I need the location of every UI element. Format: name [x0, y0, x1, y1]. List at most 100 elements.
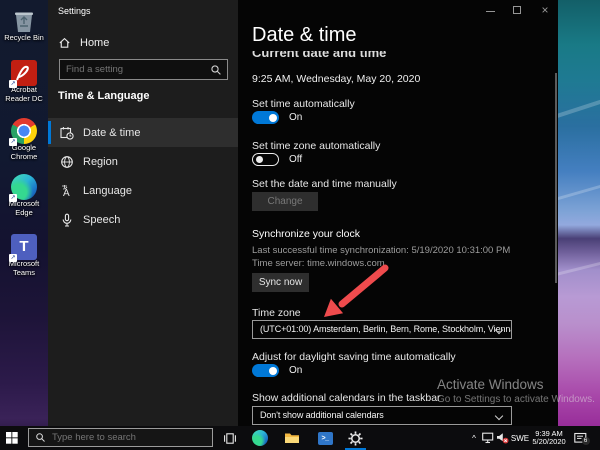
- windows-logo-icon: [6, 432, 18, 444]
- calendars-label: Show additional calendars in the taskbar: [252, 392, 441, 404]
- sidebar-item-home[interactable]: Home: [58, 36, 109, 49]
- activate-windows-watermark: Activate Windows: [437, 377, 544, 392]
- taskbar-settings-button[interactable]: [346, 426, 364, 450]
- manual-set-label: Set the date and time manually: [252, 178, 397, 190]
- toggle-knob: [256, 156, 263, 163]
- volume-muted-icon: [496, 432, 509, 444]
- sidebar-item-label: Region: [83, 156, 118, 168]
- shortcut-arrow-icon: ↗: [9, 80, 17, 88]
- sidebar-item-speech[interactable]: Speech: [48, 205, 238, 234]
- tray-language-indicator[interactable]: SWE: [510, 426, 530, 450]
- taskbar: >_ ^: [0, 426, 600, 450]
- task-view-button[interactable]: [221, 426, 239, 450]
- action-center-button[interactable]: 6: [571, 426, 589, 450]
- desktop-icon-teams[interactable]: T ↗ Microsoft Teams: [0, 234, 48, 277]
- selected-accent-bar: [48, 121, 51, 144]
- set-timezone-toggle-row: Off: [252, 153, 302, 166]
- file-explorer-icon: [284, 431, 300, 445]
- sidebar-item-date-time[interactable]: Date & time: [48, 118, 238, 147]
- desktop-icon-chrome[interactable]: ↗ Google Chrome: [0, 118, 48, 161]
- settings-window: Settings Home Time & Language: [48, 0, 558, 426]
- tray-display-button[interactable]: [481, 426, 495, 450]
- set-time-toggle-row: On: [252, 111, 302, 124]
- taskbar-file-explorer-button[interactable]: [283, 426, 301, 450]
- taskbar-search-box[interactable]: [28, 428, 213, 447]
- microsoft-edge-icon: ↗: [11, 174, 37, 200]
- desktop-icon-label: Chrome: [11, 152, 38, 161]
- toggle-state-label: Off: [289, 154, 302, 165]
- tray-volume-button[interactable]: [495, 426, 509, 450]
- search-icon[interactable]: [210, 64, 222, 76]
- section-heading-clipped: Current date and time: [252, 51, 386, 60]
- window-title: Settings: [58, 6, 91, 16]
- toggle-state-label: On: [289, 112, 302, 123]
- set-timezone-toggle[interactable]: [252, 153, 279, 166]
- sidebar-section-heading: Time & Language: [58, 90, 149, 102]
- sync-heading: Synchronize your clock: [252, 228, 360, 240]
- speech-microphone-icon: [60, 213, 74, 227]
- settings-gear-icon: [348, 431, 363, 446]
- current-datetime: 9:25 AM, Wednesday, May 20, 2020: [252, 73, 420, 85]
- timezone-label: Time zone: [252, 307, 301, 319]
- date-time-icon: [60, 126, 74, 140]
- settings-search-input[interactable]: [60, 64, 210, 75]
- region-icon: [60, 155, 74, 169]
- desktop-icon-acrobat[interactable]: ↗ Acrobat Reader DC: [0, 60, 48, 103]
- google-chrome-icon: ↗: [11, 118, 37, 144]
- toggle-state-label: On: [289, 365, 302, 376]
- set-timezone-label: Set time zone automatically: [252, 140, 380, 152]
- microsoft-teams-icon: T ↗: [11, 234, 37, 260]
- desktop-icon-label: Recycle Bin: [0, 34, 48, 43]
- dst-toggle[interactable]: [252, 364, 279, 377]
- tray-clock[interactable]: 9:39 AM 5/20/2020: [531, 426, 567, 450]
- taskbar-powershell-button[interactable]: >_: [316, 426, 334, 450]
- notification-count-badge: 6: [582, 437, 590, 445]
- tray-expand-chevron[interactable]: ^: [468, 426, 480, 450]
- dst-label: Adjust for daylight saving time automati…: [252, 351, 456, 363]
- sync-now-button[interactable]: Sync now: [252, 273, 309, 292]
- microsoft-edge-icon: [252, 430, 268, 446]
- svg-text:A: A: [63, 188, 70, 198]
- set-time-toggle[interactable]: [252, 111, 279, 124]
- sidebar-item-label: Date & time: [83, 127, 140, 139]
- sidebar-item-label: Speech: [83, 214, 120, 226]
- display-network-icon: [482, 432, 495, 444]
- sidebar-nav: Date & time Region A Language: [48, 118, 238, 234]
- sidebar-item-label: Language: [83, 185, 132, 197]
- desktop-icon-label: Edge: [15, 208, 33, 217]
- red-annotation-arrow: [315, 253, 400, 325]
- start-button[interactable]: [0, 426, 24, 450]
- settings-main-panel: Date & time Current date and time 9:25 A…: [238, 0, 558, 426]
- shortcut-arrow-icon: ↗: [9, 138, 17, 146]
- shortcut-arrow-icon: ↗: [9, 194, 17, 202]
- screen: Recycle Bin ↗ Acrobat Reader DC ↗ Google…: [0, 0, 600, 450]
- scrollbar[interactable]: [555, 73, 558, 283]
- recycle-bin-icon: [11, 8, 37, 34]
- powershell-icon: >_: [318, 432, 333, 445]
- desktop-icon-recycle-bin[interactable]: Recycle Bin: [0, 8, 48, 43]
- tray-date: 5/20/2020: [532, 438, 565, 447]
- desktop-icon-edge[interactable]: ↗ Microsoft Edge: [0, 174, 48, 217]
- page-title: Date & time: [252, 24, 356, 47]
- toggle-knob: [269, 114, 277, 122]
- home-icon: [58, 36, 71, 49]
- timezone-value: (UTC+01:00) Amsterdam, Berlin, Bern, Rom…: [260, 324, 512, 334]
- search-icon: [35, 432, 46, 443]
- toggle-knob: [269, 367, 277, 375]
- settings-search-box[interactable]: [59, 59, 228, 80]
- task-view-icon: [223, 432, 237, 445]
- calendars-value: Don't show additional calendars: [260, 410, 384, 420]
- taskbar-edge-button[interactable]: [251, 426, 269, 450]
- taskbar-search-input[interactable]: [52, 432, 206, 443]
- calendars-dropdown[interactable]: Don't show additional calendars: [252, 406, 512, 425]
- change-button[interactable]: Change: [252, 192, 318, 211]
- shortcut-arrow-icon: ↗: [9, 254, 17, 262]
- sidebar-item-region[interactable]: Region: [48, 147, 238, 176]
- sidebar-item-language[interactable]: A Language: [48, 176, 238, 205]
- chevron-down-icon: [495, 412, 503, 420]
- acrobat-reader-icon: ↗: [11, 60, 37, 86]
- desktop-icon-label: Teams: [13, 268, 35, 277]
- language-icon: A: [60, 184, 74, 198]
- desktop-icon-label: Reader DC: [5, 94, 43, 103]
- activate-windows-subtext: Go to Settings to activate Windows.: [437, 394, 595, 405]
